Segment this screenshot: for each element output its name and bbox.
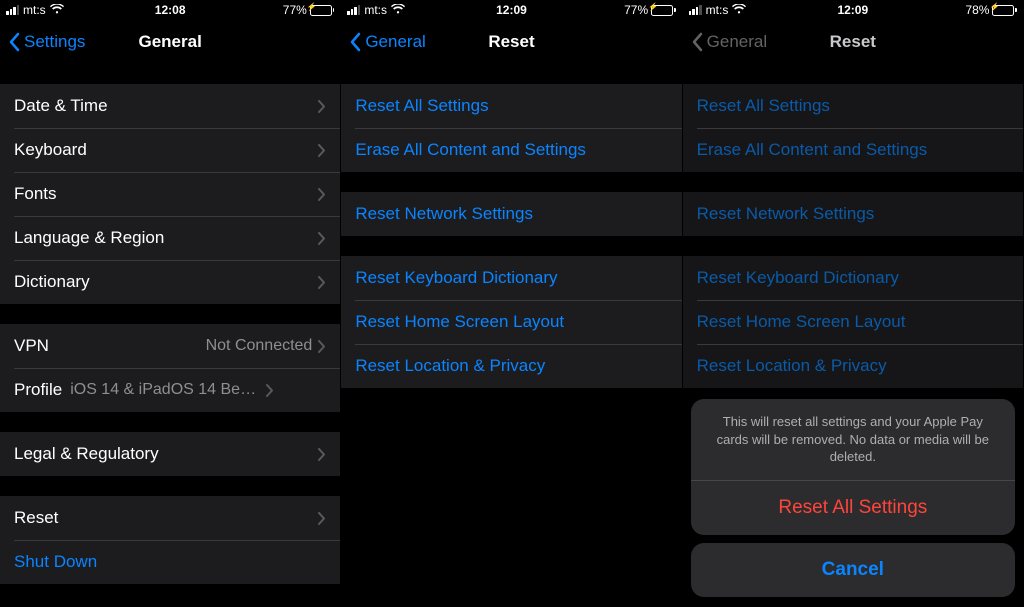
wifi-icon [732,3,746,17]
row-keyboard[interactable]: Keyboard [0,128,340,172]
back-button: General [691,32,767,52]
nav-bar: General Reset [341,20,681,64]
row-dictionary[interactable]: Dictionary [0,260,340,304]
row-date-time[interactable]: Date & Time [0,84,340,128]
row-erase-all-content[interactable]: Erase All Content and Settings [341,128,681,172]
chevron-left-icon [8,32,20,52]
signal-icon [6,5,19,15]
list-group: Reset All Settings Erase All Content and… [683,84,1023,172]
signal-icon [347,5,360,15]
action-sheet: This will reset all settings and your Ap… [691,399,1015,597]
battery-icon: ⚡ [310,5,335,16]
list-group: Reset Network Settings [683,192,1023,236]
row-reset-network[interactable]: Reset Network Settings [341,192,681,236]
list-group: Date & Time Keyboard Fonts Language & Re… [0,84,340,304]
back-button[interactable]: Settings [8,32,85,52]
list-group: Reset Network Settings [341,192,681,236]
status-time: 12:09 [496,3,527,17]
row-reset[interactable]: Reset [0,496,340,540]
row-profile[interactable]: ProfileiOS 14 & iPadOS 14 Beta Softwar..… [0,368,340,412]
status-bar: mt:s 12:08 77% ⚡ [0,0,340,20]
wifi-icon [50,3,64,17]
row-reset-network: Reset Network Settings [683,192,1023,236]
status-time: 12:08 [155,3,186,17]
row-reset-home-screen[interactable]: Reset Home Screen Layout [341,300,681,344]
status-left: mt:s [6,3,64,17]
chevron-right-icon [318,276,326,289]
back-label: Settings [24,32,85,52]
wifi-icon [391,3,405,17]
action-sheet-main: This will reset all settings and your Ap… [691,399,1015,535]
status-left: mt:s [689,3,747,17]
row-reset-keyboard-dictionary: Reset Keyboard Dictionary [683,256,1023,300]
row-shut-down[interactable]: Shut Down [0,540,340,584]
row-vpn[interactable]: VPNNot Connected [0,324,340,368]
row-reset-location-privacy: Reset Location & Privacy [683,344,1023,388]
action-sheet-cancel-block: Cancel [691,543,1015,597]
battery-icon: ⚡ [992,5,1017,16]
nav-bar: Settings General [0,20,340,64]
row-erase-all-content: Erase All Content and Settings [683,128,1023,172]
status-left: mt:s [347,3,405,17]
battery-percent: 78% [965,3,989,17]
screen-reset-confirm: mt:s 12:09 78% ⚡ General Reset Reset All… [683,0,1024,607]
row-reset-all-settings: Reset All Settings [683,84,1023,128]
nav-bar: General Reset [683,20,1023,64]
list-group: Reset Shut Down [0,496,340,584]
row-reset-all-settings[interactable]: Reset All Settings [341,84,681,128]
screen-general: mt:s 12:08 77% ⚡ Settings General Date &… [0,0,341,607]
action-sheet-message: This will reset all settings and your Ap… [691,399,1015,481]
chevron-right-icon [266,384,274,397]
carrier-label: mt:s [364,3,387,17]
battery-percent: 77% [624,3,648,17]
list-group: VPNNot Connected ProfileiOS 14 & iPadOS … [0,324,340,412]
signal-icon [689,5,702,15]
row-value: Not Connected [206,337,313,355]
chevron-left-icon [691,32,703,52]
status-right: 78% ⚡ [965,3,1017,17]
nav-title: Reset [830,32,876,52]
carrier-label: mt:s [23,3,46,17]
status-bar: mt:s 12:09 78% ⚡ [683,0,1023,20]
screen-reset: mt:s 12:09 77% ⚡ General Reset Reset All… [341,0,682,607]
status-right: 77% ⚡ [624,3,676,17]
chevron-right-icon [318,512,326,525]
status-right: 77% ⚡ [283,3,335,17]
battery-percent: 77% [283,3,307,17]
back-label: General [707,32,767,52]
row-reset-location-privacy[interactable]: Reset Location & Privacy [341,344,681,388]
row-legal-regulatory[interactable]: Legal & Regulatory [0,432,340,476]
chevron-left-icon [349,32,361,52]
chevron-right-icon [318,144,326,157]
nav-title: General [139,32,202,52]
back-label: General [365,32,425,52]
chevron-right-icon [318,340,326,353]
chevron-right-icon [318,188,326,201]
status-bar: mt:s 12:09 77% ⚡ [341,0,681,20]
battery-icon: ⚡ [651,5,676,16]
list-group: Legal & Regulatory [0,432,340,476]
row-reset-home-screen: Reset Home Screen Layout [683,300,1023,344]
settings-list: Date & Time Keyboard Fonts Language & Re… [0,64,340,607]
chevron-right-icon [318,448,326,461]
status-time: 12:09 [837,3,868,17]
row-fonts[interactable]: Fonts [0,172,340,216]
cancel-button[interactable]: Cancel [691,543,1015,597]
row-reset-keyboard-dictionary[interactable]: Reset Keyboard Dictionary [341,256,681,300]
reset-list: Reset All Settings Erase All Content and… [341,64,681,607]
nav-title: Reset [488,32,534,52]
list-group: Reset Keyboard Dictionary Reset Home Scr… [341,256,681,388]
carrier-label: mt:s [706,3,729,17]
list-group: Reset All Settings Erase All Content and… [341,84,681,172]
row-value: iOS 14 & iPadOS 14 Beta Softwar... [70,381,260,399]
back-button[interactable]: General [349,32,425,52]
list-group: Reset Keyboard Dictionary Reset Home Scr… [683,256,1023,388]
reset-all-settings-button[interactable]: Reset All Settings [691,481,1015,535]
chevron-right-icon [318,232,326,245]
chevron-right-icon [318,100,326,113]
row-language-region[interactable]: Language & Region [0,216,340,260]
